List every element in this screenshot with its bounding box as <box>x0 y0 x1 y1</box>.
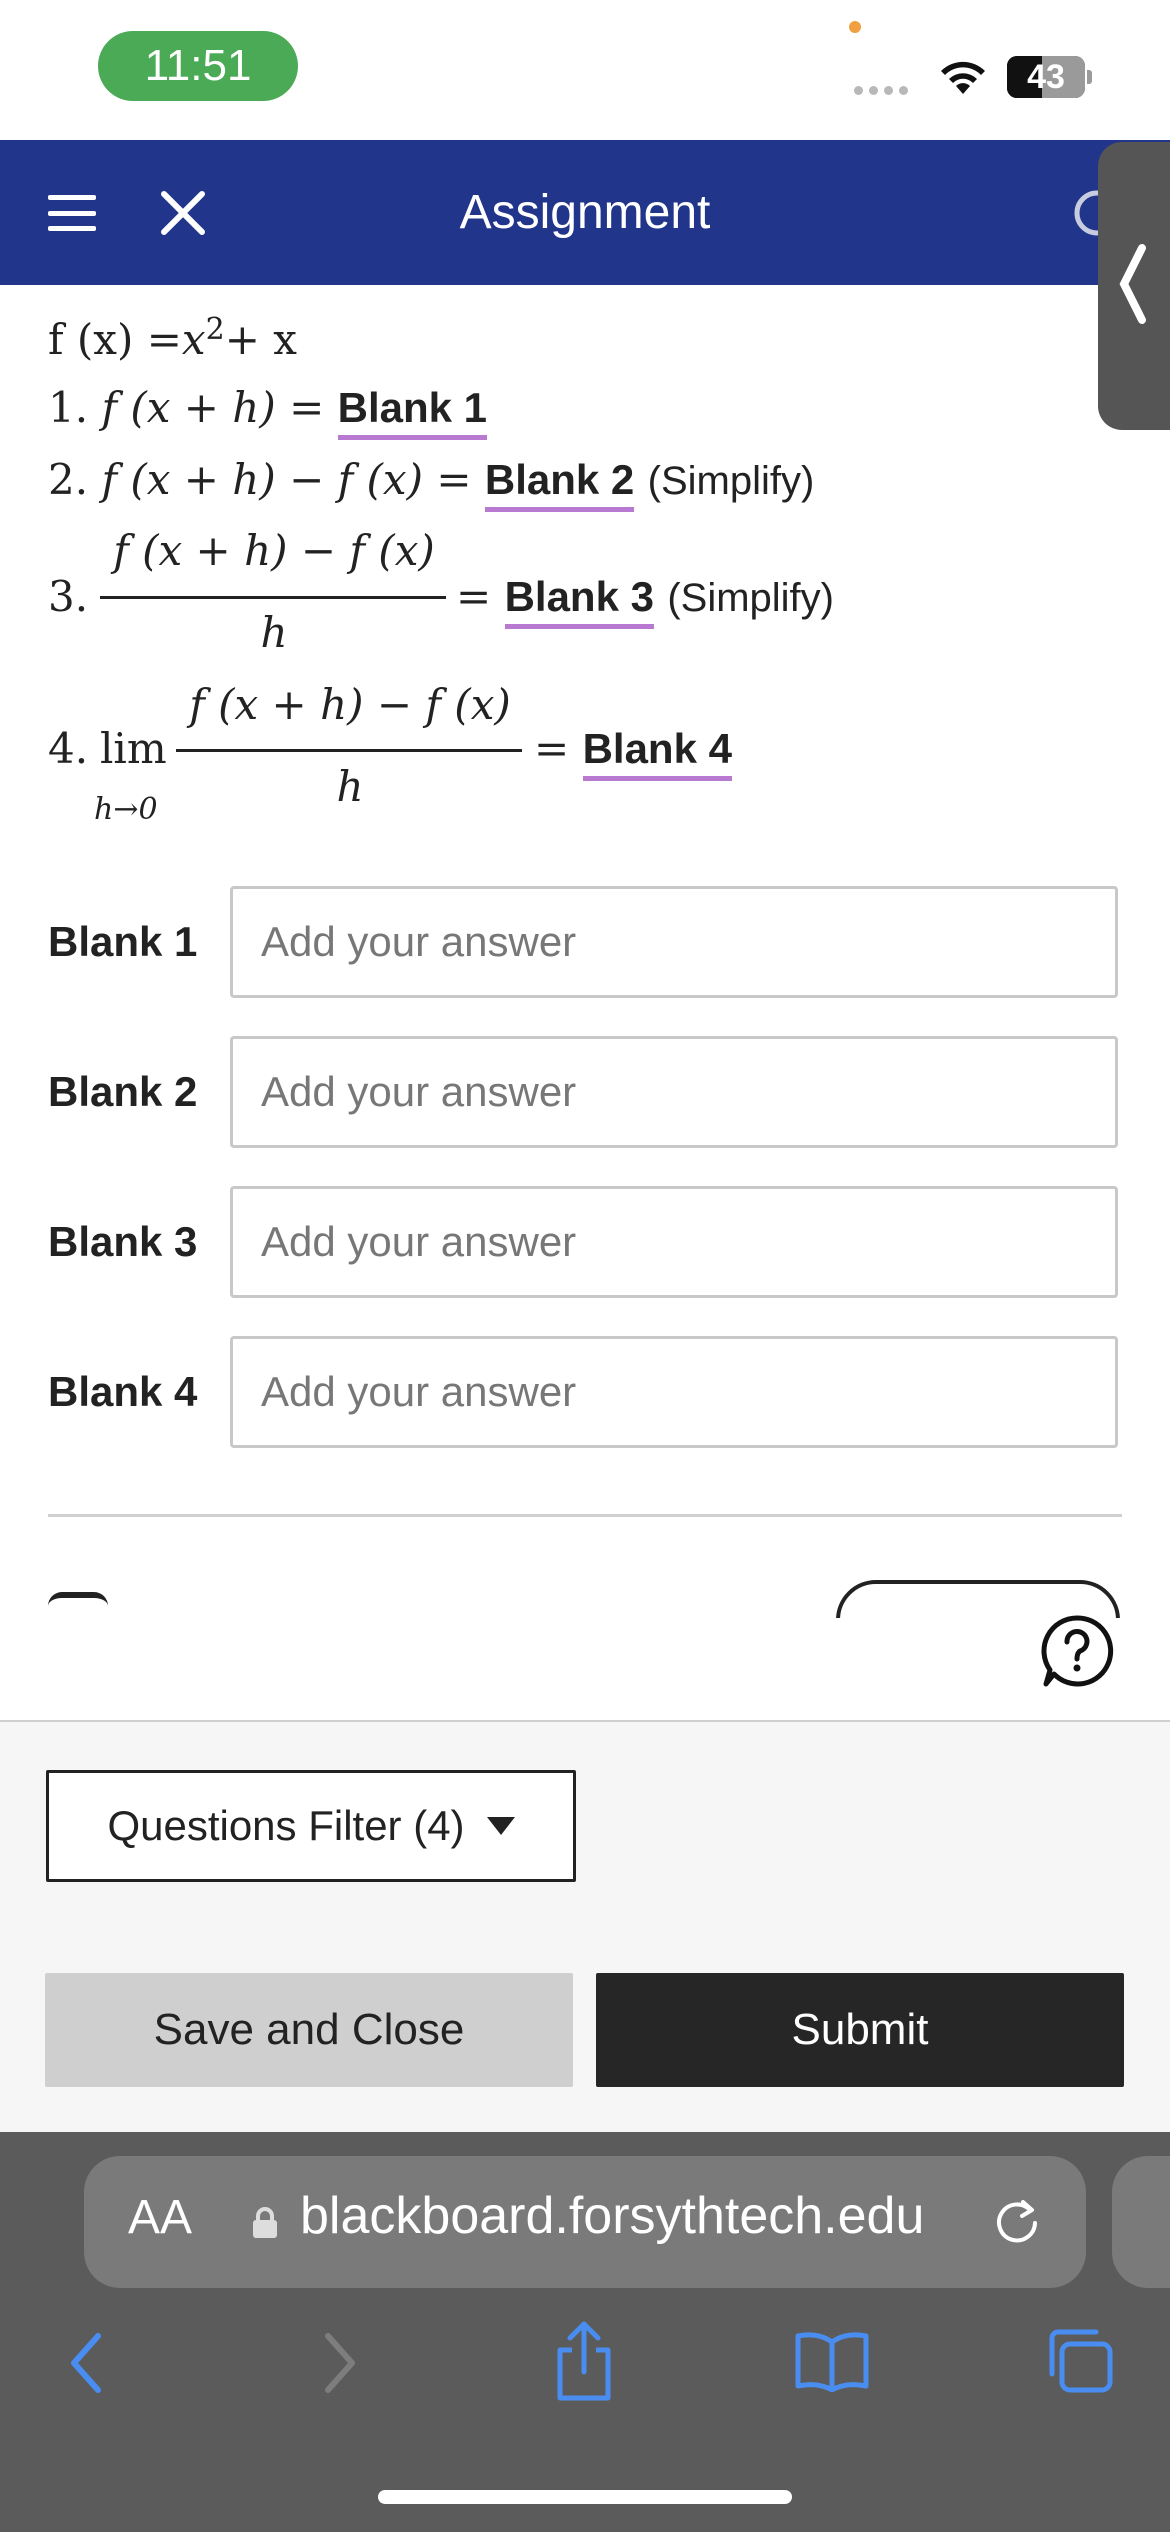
item-expression: f (x + h) = <box>101 383 325 432</box>
next-tab-peek[interactable] <box>1112 2156 1170 2288</box>
lock-icon <box>253 2207 277 2238</box>
blank-4-label: Blank 4 <box>48 1368 198 1415</box>
simplify-note: (Simplify) <box>647 459 815 503</box>
home-indicator <box>378 2490 792 2504</box>
blank-2-input[interactable] <box>230 1036 1118 1148</box>
caret-down-icon <box>486 1817 515 1835</box>
function-base: x <box>181 315 206 364</box>
battery-level: 43 <box>1027 57 1065 96</box>
blank-3-label: Blank 3 <box>48 1218 198 1265</box>
simplify-note: (Simplify) <box>667 576 834 620</box>
fraction-denominator: h <box>260 608 288 657</box>
question-divider <box>48 1514 1122 1517</box>
blank-1-reference: Blank 1 <box>337 384 488 440</box>
fraction-numerator: f (x + h) − f (x) <box>113 526 435 575</box>
blank-3-reference: Blank 3 <box>504 573 654 629</box>
function-rest: + x <box>224 315 297 364</box>
side-panel-tab[interactable] <box>1098 142 1170 430</box>
wifi-icon <box>941 61 985 94</box>
item-number: 3. <box>48 572 89 621</box>
blank-4-input[interactable] <box>230 1336 1118 1448</box>
submit-button[interactable]: Submit <box>596 1973 1124 2087</box>
equals-sign: = <box>456 572 492 621</box>
blank-2-label: Blank 2 <box>48 1068 198 1115</box>
blank-2-reference: Blank 2 <box>484 456 635 512</box>
blank-3-input[interactable] <box>230 1186 1118 1298</box>
item-number: 1. <box>48 383 89 432</box>
privacy-indicator-dot <box>849 21 861 33</box>
blank-1-label: Blank 1 <box>48 918 198 965</box>
item-expression: f (x + h) − f (x) = <box>101 455 472 504</box>
filter-label: Questions Filter (4) <box>107 1802 465 1849</box>
battery-tip <box>1087 70 1092 84</box>
status-time: 11:51 <box>98 31 298 101</box>
question-item-2: 2. f (x + h) − f (x) = Blank 2 (Simplify… <box>48 455 815 512</box>
blank-4-reference: Blank 4 <box>582 725 732 781</box>
url-text[interactable]: blackboard.forsythtech.edu <box>300 2186 924 2246</box>
tabs-icon[interactable] <box>1044 2326 1116 2396</box>
help-icon[interactable] <box>1040 1614 1114 1688</box>
limit-subscript: h→0 <box>94 792 158 827</box>
questions-filter-button[interactable]: Questions Filter (4) <box>46 1770 576 1882</box>
function-lhs: f (x) = <box>48 315 182 364</box>
fraction-bar <box>176 749 522 752</box>
equals-sign: = <box>534 724 570 773</box>
question-item-4: = Blank 4 <box>534 724 732 781</box>
share-icon[interactable] <box>552 2318 616 2404</box>
save-and-close-button[interactable]: Save and Close <box>45 1973 573 2087</box>
blank-1-input[interactable] <box>230 886 1118 998</box>
page-title: Assignment <box>459 186 711 239</box>
text-size-button[interactable]: AA <box>128 2190 192 2245</box>
limit-operator: lim <box>100 724 167 773</box>
cellular-signal-icon <box>854 86 908 95</box>
fraction-bar <box>100 596 446 599</box>
chevron-left-icon <box>1119 244 1146 324</box>
question-item-1: 1. f (x + h) = Blank 1 <box>48 383 488 440</box>
forward-icon[interactable] <box>320 2330 360 2396</box>
function-exponent: 2 <box>205 312 225 347</box>
item-number: 4. <box>48 724 89 773</box>
fraction-numerator: f (x + h) − f (x) <box>189 680 511 729</box>
question-item-3: = Blank 3 (Simplify) <box>456 572 834 629</box>
reload-icon[interactable] <box>990 2196 1044 2250</box>
function-definition: f (x) =x2+ x <box>48 312 297 364</box>
item-number: 2. <box>48 455 89 504</box>
battery-icon: 43 <box>1007 56 1085 98</box>
back-icon[interactable] <box>66 2330 106 2396</box>
next-question-preview <box>0 1570 1170 1618</box>
bookmarks-icon[interactable] <box>794 2328 870 2392</box>
fraction-denominator: h <box>336 762 364 811</box>
